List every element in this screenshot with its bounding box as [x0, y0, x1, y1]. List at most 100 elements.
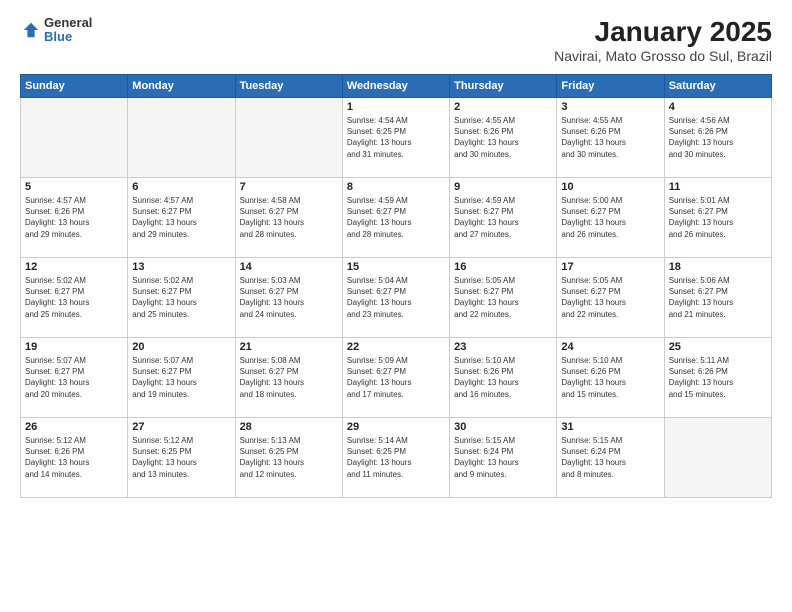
col-friday: Friday [557, 75, 664, 98]
day-info: Sunrise: 5:13 AM Sunset: 6:25 PM Dayligh… [240, 435, 338, 480]
header: General Blue January 2025 Navirai, Mato … [20, 16, 772, 64]
day-info: Sunrise: 5:07 AM Sunset: 6:27 PM Dayligh… [132, 355, 230, 400]
week-row-1: 1Sunrise: 4:54 AM Sunset: 6:25 PM Daylig… [21, 98, 772, 178]
day-cell-4-0: 26 Sunrise: 5:12 AM Sunset: 6:26 PM Dayli… [21, 418, 128, 498]
day-number: 7 [240, 181, 338, 193]
day-info: Sunrise: 4:58 AM Sunset: 6:27 PM Dayligh… [240, 195, 338, 240]
day-number: 14 [240, 261, 338, 273]
day-info: Sunrise: 4:59 AM Sunset: 6:27 PM Dayligh… [454, 195, 552, 240]
day-number: 4 [669, 101, 767, 113]
week-row-2: 5 Sunrise: 4:57 AM Sunset: 6:26 PM Daylig… [21, 178, 772, 258]
day-info: Sunrise: 5:05 AM Sunset: 6:27 PM Dayligh… [454, 275, 552, 320]
day-info: Sunrise: 5:00 AM Sunset: 6:27 PM Dayligh… [561, 195, 659, 240]
col-thursday: Thursday [450, 75, 557, 98]
day-cell-0-3: 1Sunrise: 4:54 AM Sunset: 6:25 PM Daylig… [342, 98, 449, 178]
day-cell-2-4: 16 Sunrise: 5:05 AM Sunset: 6:27 PM Dayli… [450, 258, 557, 338]
day-number: 11 [669, 181, 767, 193]
week-row-3: 12 Sunrise: 5:02 AM Sunset: 6:27 PM Dayli… [21, 258, 772, 338]
day-cell-3-1: 20 Sunrise: 5:07 AM Sunset: 6:27 PM Dayli… [128, 338, 235, 418]
day-info: Sunrise: 5:07 AM Sunset: 6:27 PM Dayligh… [25, 355, 123, 400]
day-cell-4-2: 28Sunrise: 5:13 AM Sunset: 6:25 PM Dayli… [235, 418, 342, 498]
day-number: 16 [454, 261, 552, 273]
day-number: 29 [347, 421, 445, 433]
day-info: Sunrise: 5:10 AM Sunset: 6:26 PM Dayligh… [454, 355, 552, 400]
day-number: 27 [132, 421, 230, 433]
day-cell-1-0: 5 Sunrise: 4:57 AM Sunset: 6:26 PM Daylig… [21, 178, 128, 258]
day-number: 3 [561, 101, 659, 113]
calendar-subtitle: Navirai, Mato Grosso do Sul, Brazil [554, 48, 772, 64]
day-cell-4-1: 27 Sunrise: 5:12 AM Sunset: 6:25 PM Dayli… [128, 418, 235, 498]
day-cell-3-6: 25 Sunrise: 5:11 AM Sunset: 6:26 PM Dayli… [664, 338, 771, 418]
day-cell-0-2 [235, 98, 342, 178]
day-cell-1-3: 8Sunrise: 4:59 AM Sunset: 6:27 PM Daylig… [342, 178, 449, 258]
col-sunday: Sunday [21, 75, 128, 98]
day-info: Sunrise: 4:56 AM Sunset: 6:26 PM Dayligh… [669, 115, 767, 160]
day-number: 25 [669, 341, 767, 353]
day-info: Sunrise: 5:02 AM Sunset: 6:27 PM Dayligh… [132, 275, 230, 320]
day-cell-4-3: 29Sunrise: 5:14 AM Sunset: 6:25 PM Dayli… [342, 418, 449, 498]
day-number: 6 [132, 181, 230, 193]
day-number: 18 [669, 261, 767, 273]
page: General Blue January 2025 Navirai, Mato … [0, 0, 792, 612]
day-cell-1-5: 10 Sunrise: 5:00 AM Sunset: 6:27 PM Dayli… [557, 178, 664, 258]
day-info: Sunrise: 5:06 AM Sunset: 6:27 PM Dayligh… [669, 275, 767, 320]
day-cell-1-4: 9 Sunrise: 4:59 AM Sunset: 6:27 PM Daylig… [450, 178, 557, 258]
day-cell-0-4: 2Sunrise: 4:55 AM Sunset: 6:26 PM Daylig… [450, 98, 557, 178]
day-number: 30 [454, 421, 552, 433]
day-number: 31 [561, 421, 659, 433]
logo-text: General Blue [44, 16, 92, 45]
calendar-table: Sunday Monday Tuesday Wednesday Thursday… [20, 74, 772, 498]
logo-icon [22, 21, 40, 39]
day-number: 15 [347, 261, 445, 273]
calendar-header: Sunday Monday Tuesday Wednesday Thursday… [21, 75, 772, 98]
day-cell-2-3: 15Sunrise: 5:04 AM Sunset: 6:27 PM Dayli… [342, 258, 449, 338]
day-number: 26 [25, 421, 123, 433]
col-monday: Monday [128, 75, 235, 98]
day-number: 20 [132, 341, 230, 353]
day-cell-0-5: 3 Sunrise: 4:55 AM Sunset: 6:26 PM Daylig… [557, 98, 664, 178]
day-number: 19 [25, 341, 123, 353]
day-number: 10 [561, 181, 659, 193]
day-cell-2-6: 18 Sunrise: 5:06 AM Sunset: 6:27 PM Dayli… [664, 258, 771, 338]
logo: General Blue [20, 16, 92, 45]
day-info: Sunrise: 5:09 AM Sunset: 6:27 PM Dayligh… [347, 355, 445, 400]
day-cell-3-4: 23 Sunrise: 5:10 AM Sunset: 6:26 PM Dayli… [450, 338, 557, 418]
calendar-title: January 2025 [554, 16, 772, 48]
day-cell-4-6 [664, 418, 771, 498]
day-info: Sunrise: 4:59 AM Sunset: 6:27 PM Dayligh… [347, 195, 445, 240]
day-number: 12 [25, 261, 123, 273]
day-cell-1-6: 11 Sunrise: 5:01 AM Sunset: 6:27 PM Dayli… [664, 178, 771, 258]
week-row-4: 19 Sunrise: 5:07 AM Sunset: 6:27 PM Dayli… [21, 338, 772, 418]
day-cell-3-2: 21Sunrise: 5:08 AM Sunset: 6:27 PM Dayli… [235, 338, 342, 418]
day-cell-1-2: 7 Sunrise: 4:58 AM Sunset: 6:27 PM Daylig… [235, 178, 342, 258]
day-cell-0-1 [128, 98, 235, 178]
day-info: Sunrise: 5:02 AM Sunset: 6:27 PM Dayligh… [25, 275, 123, 320]
day-info: Sunrise: 4:54 AM Sunset: 6:25 PM Dayligh… [347, 115, 445, 160]
day-info: Sunrise: 5:01 AM Sunset: 6:27 PM Dayligh… [669, 195, 767, 240]
day-cell-3-3: 22Sunrise: 5:09 AM Sunset: 6:27 PM Dayli… [342, 338, 449, 418]
day-info: Sunrise: 5:05 AM Sunset: 6:27 PM Dayligh… [561, 275, 659, 320]
day-info: Sunrise: 4:55 AM Sunset: 6:26 PM Dayligh… [561, 115, 659, 160]
col-tuesday: Tuesday [235, 75, 342, 98]
day-number: 13 [132, 261, 230, 273]
days-header-row: Sunday Monday Tuesday Wednesday Thursday… [21, 75, 772, 98]
day-number: 23 [454, 341, 552, 353]
day-info: Sunrise: 5:11 AM Sunset: 6:26 PM Dayligh… [669, 355, 767, 400]
day-cell-2-0: 12 Sunrise: 5:02 AM Sunset: 6:27 PM Dayli… [21, 258, 128, 338]
logo-general: General [44, 16, 92, 30]
day-cell-2-5: 17Sunrise: 5:05 AM Sunset: 6:27 PM Dayli… [557, 258, 664, 338]
day-info: Sunrise: 4:55 AM Sunset: 6:26 PM Dayligh… [454, 115, 552, 160]
col-saturday: Saturday [664, 75, 771, 98]
day-info: Sunrise: 5:12 AM Sunset: 6:26 PM Dayligh… [25, 435, 123, 480]
day-number: 5 [25, 181, 123, 193]
day-info: Sunrise: 5:15 AM Sunset: 6:24 PM Dayligh… [561, 435, 659, 480]
day-info: Sunrise: 5:15 AM Sunset: 6:24 PM Dayligh… [454, 435, 552, 480]
day-number: 9 [454, 181, 552, 193]
col-wednesday: Wednesday [342, 75, 449, 98]
day-cell-2-2: 14Sunrise: 5:03 AM Sunset: 6:27 PM Dayli… [235, 258, 342, 338]
week-row-5: 26 Sunrise: 5:12 AM Sunset: 6:26 PM Dayli… [21, 418, 772, 498]
day-cell-0-6: 4 Sunrise: 4:56 AM Sunset: 6:26 PM Daylig… [664, 98, 771, 178]
day-info: Sunrise: 4:57 AM Sunset: 6:26 PM Dayligh… [25, 195, 123, 240]
day-info: Sunrise: 5:12 AM Sunset: 6:25 PM Dayligh… [132, 435, 230, 480]
day-info: Sunrise: 5:10 AM Sunset: 6:26 PM Dayligh… [561, 355, 659, 400]
